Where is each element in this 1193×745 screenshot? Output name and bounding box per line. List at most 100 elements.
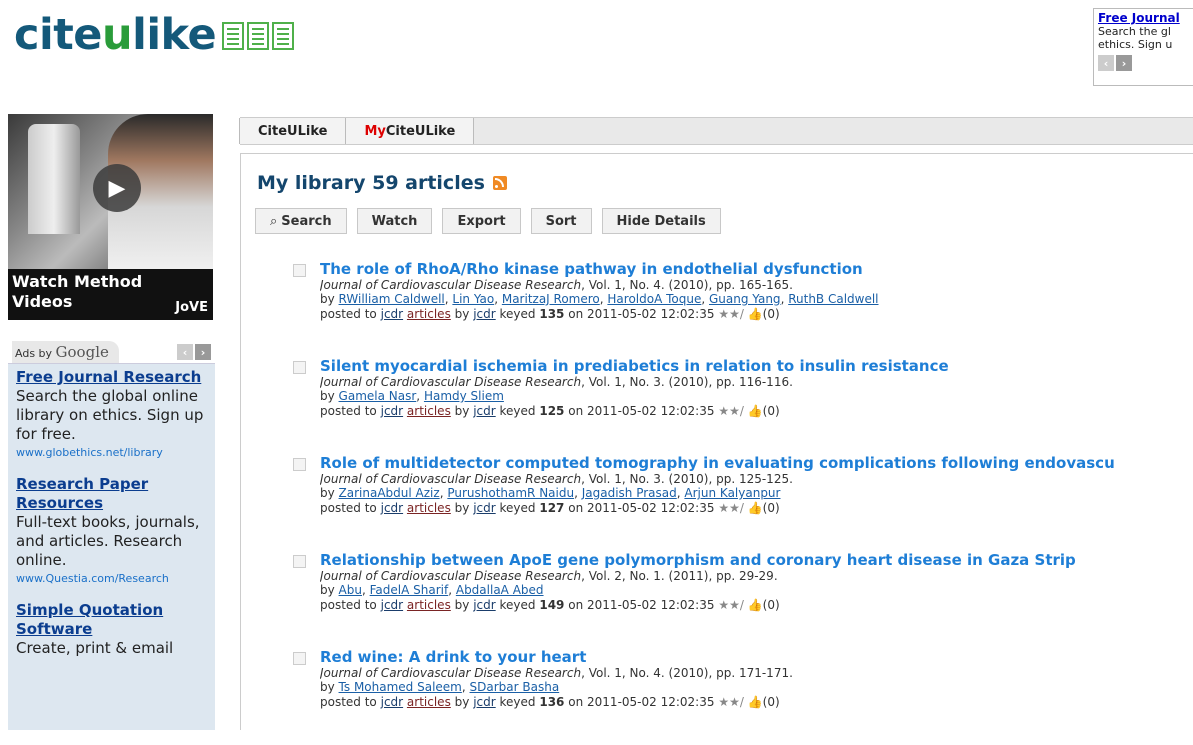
tag-link[interactable]: articles: [407, 501, 451, 515]
ad-body: Full-text books, journals, and articles.…: [16, 513, 200, 569]
ad-title[interactable]: Free Journal Research: [16, 368, 207, 387]
article-title-link[interactable]: Silent myocardial ischemia in prediabeti…: [320, 357, 1193, 375]
rss-feed-icon[interactable]: [492, 176, 507, 190]
article-authors: by Ts Mohamed Saleem, SDarbar Basha: [320, 680, 560, 694]
article-authors: by Abu, FadelA Sharif, AbdallaA Abed: [320, 583, 544, 597]
article-checkbox[interactable]: [293, 361, 306, 374]
author-link[interactable]: Lin Yao: [452, 292, 494, 306]
article-title-link[interactable]: The role of RhoA/Rho kinase pathway in e…: [320, 260, 1193, 278]
google-ads-box: Ads by Google ‹ › Free Journal Research …: [8, 341, 215, 730]
hide-details-button[interactable]: Hide Details: [601, 208, 721, 234]
author-link[interactable]: AbdallaA Abed: [456, 583, 544, 597]
article-meta: posted to jcdr articles by jcdr keyed 12…: [320, 501, 780, 515]
page-title: My library 59 articles: [257, 172, 507, 194]
article-list: The role of RhoA/Rho kinase pathway in e…: [293, 260, 1193, 745]
group-link[interactable]: jcdr: [381, 598, 403, 612]
post-date: 2011-05-02 12:02:35: [587, 598, 715, 612]
article-journal: Journal of Cardiovascular Disease Resear…: [320, 569, 778, 583]
author-link[interactable]: SDarbar Basha: [470, 680, 560, 694]
author-link[interactable]: MaritzaJ Romero: [502, 292, 600, 306]
article-journal: Journal of Cardiovascular Disease Resear…: [320, 472, 793, 486]
ads-by-google-label[interactable]: Ads by Google: [12, 341, 119, 363]
group-link[interactable]: jcdr: [381, 307, 403, 321]
export-button[interactable]: Export: [442, 208, 521, 234]
rating-stars-icon[interactable]: ★★/: [718, 404, 744, 418]
article-meta: posted to jcdr articles by jcdr keyed 12…: [320, 404, 780, 418]
article-authors: by Gamela Nasr, Hamdy Sliem: [320, 389, 504, 403]
group-link[interactable]: jcdr: [381, 501, 403, 515]
article-checkbox[interactable]: [293, 458, 306, 471]
article-meta: posted to jcdr articles by jcdr keyed 13…: [320, 307, 780, 321]
author-link[interactable]: Ts Mohamed Saleem: [339, 680, 462, 694]
video-ad[interactable]: ▶ Watch Method Videos JoVE: [8, 114, 213, 320]
prev-arrow-icon[interactable]: ‹: [177, 344, 193, 360]
ad-title[interactable]: Simple Quotation Software: [16, 601, 207, 639]
author-link[interactable]: RuthB Caldwell: [788, 292, 878, 306]
play-icon[interactable]: ▶: [93, 164, 141, 212]
article-checkbox[interactable]: [293, 264, 306, 277]
search-button[interactable]: ⌕ Search: [255, 208, 347, 234]
rating-stars-icon[interactable]: ★★/: [718, 695, 744, 709]
thumbs-up-icon[interactable]: 👍: [748, 501, 763, 515]
author-link[interactable]: Gamela Nasr: [339, 389, 417, 403]
ad-url[interactable]: www.Questia.com/Research: [16, 570, 207, 587]
article-checkbox[interactable]: [293, 652, 306, 665]
tag-link[interactable]: articles: [407, 598, 451, 612]
ad-item: Simple Quotation Software Create, print …: [8, 597, 215, 668]
ad-title[interactable]: Research Paper Resources: [16, 475, 207, 513]
author-link[interactable]: PurushothamR Naidu: [447, 486, 574, 500]
thumbs-up-icon[interactable]: 👍: [748, 598, 763, 612]
next-arrow-icon[interactable]: ›: [195, 344, 211, 360]
logo-boxes-icon: [222, 21, 295, 50]
rating-stars-icon[interactable]: ★★/: [718, 307, 744, 321]
author-link[interactable]: Arjun Kalyanpur: [684, 486, 780, 500]
author-link[interactable]: Guang Yang: [709, 292, 781, 306]
library-toolbar: ⌕ Search Watch Export Sort Hide Details: [255, 208, 721, 234]
article-title-link[interactable]: Role of multidetector computed tomograph…: [320, 454, 1193, 472]
article-title-link[interactable]: Relationship between ApoE gene polymorph…: [320, 551, 1193, 569]
group-link[interactable]: jcdr: [381, 695, 403, 709]
ads-header: Ads by Google ‹ ›: [8, 341, 215, 364]
search-icon: ⌕: [270, 213, 278, 229]
tag-link[interactable]: articles: [407, 695, 451, 709]
article-title-link[interactable]: Red wine: A drink to your heart: [320, 648, 1193, 666]
author-link[interactable]: FadelA Sharif: [370, 583, 449, 597]
logo-text: citeulike: [14, 10, 217, 60]
user-link[interactable]: jcdr: [473, 307, 495, 321]
tag-link[interactable]: articles: [407, 404, 451, 418]
article-checkbox[interactable]: [293, 555, 306, 568]
user-link[interactable]: jcdr: [473, 695, 495, 709]
ad-url[interactable]: www.globethics.net/library: [16, 444, 207, 461]
article-journal: Journal of Cardiovascular Disease Resear…: [320, 278, 793, 292]
prev-arrow-icon[interactable]: ‹: [1098, 55, 1114, 71]
tab-citeulike[interactable]: CiteULike: [239, 118, 347, 144]
next-arrow-icon[interactable]: ›: [1116, 55, 1132, 71]
thumbs-up-icon[interactable]: 👍: [748, 307, 763, 321]
microscope-image: [28, 124, 80, 234]
watch-button[interactable]: Watch: [356, 208, 433, 234]
author-link[interactable]: Jagadish Prasad: [582, 486, 677, 500]
group-link[interactable]: jcdr: [381, 404, 403, 418]
user-link[interactable]: jcdr: [473, 598, 495, 612]
rating-stars-icon[interactable]: ★★/: [718, 501, 744, 515]
article-meta: posted to jcdr articles by jcdr keyed 13…: [320, 695, 780, 709]
sort-button[interactable]: Sort: [530, 208, 592, 234]
post-date: 2011-05-02 12:02:35: [587, 695, 715, 709]
rating-stars-icon[interactable]: ★★/: [718, 598, 744, 612]
author-link[interactable]: Hamdy Sliem: [424, 389, 504, 403]
author-link[interactable]: ZarinaAbdul Aziz: [339, 486, 440, 500]
author-link[interactable]: RWilliam Caldwell: [339, 292, 445, 306]
tag-link[interactable]: articles: [407, 307, 451, 321]
author-link[interactable]: HaroldoA Toque: [607, 292, 701, 306]
article-item: Red wine: A drink to your heart Journal o…: [293, 648, 1193, 745]
author-link[interactable]: Abu: [339, 583, 362, 597]
article-item: Role of multidetector computed tomograph…: [293, 454, 1193, 551]
citeulike-logo[interactable]: citeulike: [14, 10, 295, 60]
thumbs-up-icon[interactable]: 👍: [748, 404, 763, 418]
top-ad-title[interactable]: Free Journal: [1098, 12, 1189, 25]
thumbs-up-icon[interactable]: 👍: [748, 695, 763, 709]
user-link[interactable]: jcdr: [473, 501, 495, 515]
user-link[interactable]: jcdr: [473, 404, 495, 418]
key-count: 149: [539, 598, 565, 612]
tab-mycitulike[interactable]: My CiteULike: [345, 118, 475, 144]
